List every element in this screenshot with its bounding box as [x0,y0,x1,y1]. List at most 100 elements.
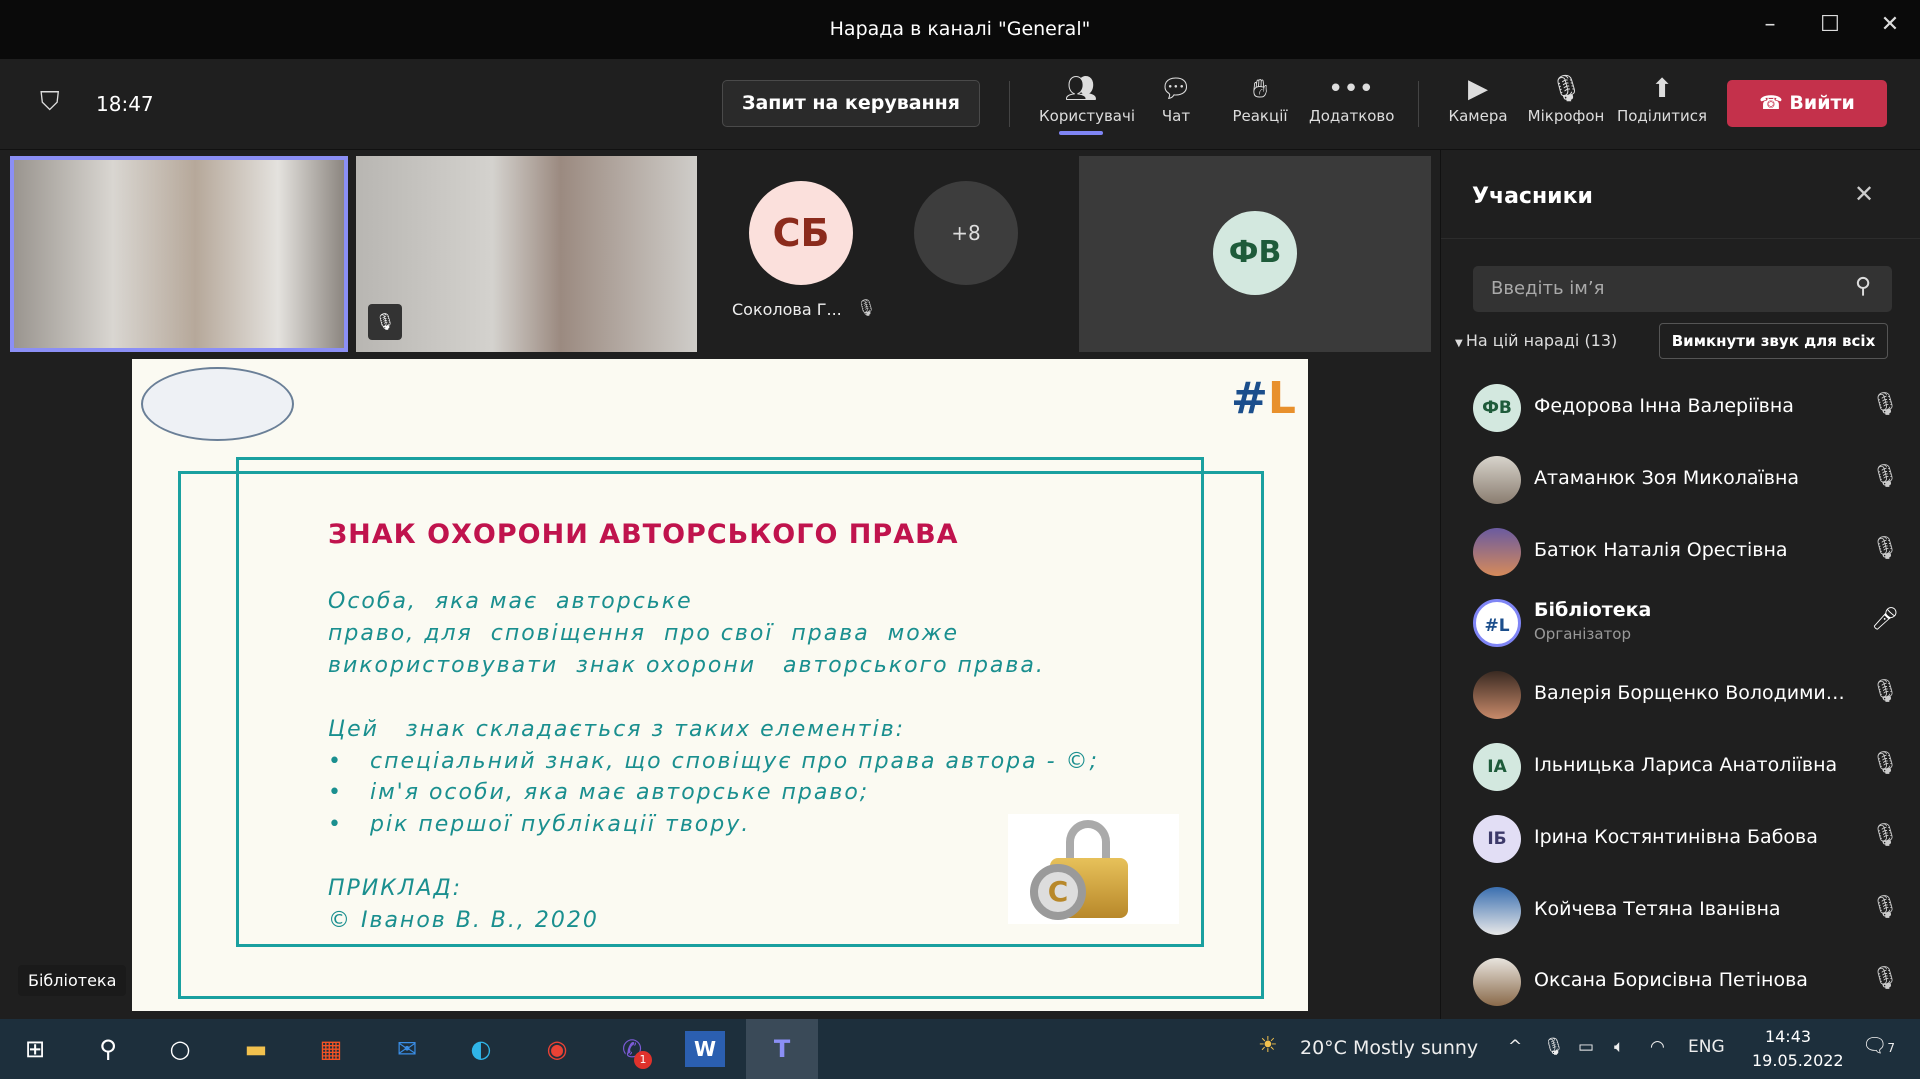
participant-name: Атаманюк Зоя Миколаївна [1534,466,1800,489]
slide-title: ЗНАК ОХОРОНИ АВТОРСЬКОГО ПРАВА [328,519,959,550]
mic-off-icon[interactable]: 🎙︎ [1871,895,1899,920]
word-icon[interactable]: W [685,1031,725,1067]
clock[interactable]: 14:43 19.05.2022 [1752,1025,1844,1073]
file-explorer-icon[interactable]: ▬ [236,1031,276,1067]
participant-name: Федорова Інна Валеріївна [1534,395,1794,417]
participant-row[interactable]: #L Бібліотека Організатор 🎤︎ [1471,593,1901,653]
participant-row[interactable]: Валерія Борщенко Володимирі... 🎙︎ [1471,665,1901,725]
notification-count: 7 [1887,1041,1896,1055]
bullet-text: рік першої публікації твору. [369,812,751,837]
chat-icon: 💬︎ [1159,74,1193,104]
avatar-sb[interactable]: СБ [749,181,853,285]
camera-off-icon: ▶︎ [1468,74,1488,104]
overflow-participants-button[interactable]: +8 [914,181,1018,285]
weather-icon[interactable]: ☀ [1258,1033,1278,1058]
slide-text: право, для сповіщення про свої права мож… [328,621,960,646]
slide-text: Цей знак складається з таких елементів: [328,717,906,742]
participant-row[interactable]: Оксана Борисівна Петінова 🎙︎ [1471,952,1901,1012]
mic-tray-icon[interactable]: 🎙︎ [1543,1037,1565,1057]
shield-icon[interactable]: ⛉ [40,87,60,118]
notifications-icon[interactable]: 🗨︎7 [1862,1033,1895,1057]
search-placeholder: Введіть ім’я [1491,278,1605,299]
slide-text: ПРИКЛАД: [328,876,463,901]
bullet-text: ім'я особи, яка має авторське право; [369,780,870,805]
share-button[interactable]: ⬆︎ Поділитися [1616,69,1708,141]
mic-off-icon[interactable]: 🎙︎ [1871,751,1899,776]
edge-icon[interactable]: ◐ [461,1031,501,1067]
taskbar: ⊞ ⚲ ○ ▬ ▦ ✉ ◐ ◉ ✆ 1 W T ☀ 20°C Mostly sun… [0,1019,1920,1079]
people-icon: 👥︎ [1064,74,1098,104]
panel-title: Учасники [1472,184,1593,209]
slide-bullet: • ім'я особи, яка має авторське право; [328,780,870,805]
video-tile-fv[interactable]: ФВ [1079,156,1431,352]
chrome-icon[interactable]: ◉ [537,1031,577,1067]
divider [1441,238,1920,239]
chat-label: Чат [1161,107,1191,125]
maximize-button[interactable]: ☐ [1810,12,1850,37]
teams-taskbar-button[interactable]: T [746,1019,818,1079]
more-button[interactable]: ••• Додатково [1309,69,1395,141]
search-input[interactable]: Введіть ім’я ⚲ [1473,266,1892,312]
camera-button[interactable]: ▶︎ Камера [1436,69,1520,141]
participant-row[interactable]: ІА Ільницька Лариса Анатоліївна 🎙︎ [1471,737,1901,797]
request-control-button[interactable]: Запит на керування [722,80,980,127]
mic-off-icon[interactable]: 🎙︎ [1871,823,1899,848]
participant-avatar: ІБ [1473,814,1521,863]
mute-all-button[interactable]: Вимкнути звук для всіх [1659,323,1888,359]
start-windows-icon[interactable]: ⊞ [15,1031,55,1067]
mic-off-icon[interactable]: 🎙︎ [1871,392,1899,417]
weather-text[interactable]: 20°C Mostly sunny [1300,1037,1478,1059]
library-logo: #L [1231,373,1296,424]
mic-off-icon[interactable]: 🎙︎ [1871,464,1899,489]
volume-icon[interactable]: 🔈︎ [1614,1037,1624,1057]
wifi-icon[interactable]: ◠ [1650,1037,1665,1057]
viber-icon[interactable]: ✆ 1 [612,1031,652,1069]
close-panel-button[interactable]: ✕ [1854,180,1874,208]
participant-row[interactable]: ФВ Федорова Інна Валеріївна 🎙︎ [1471,378,1901,438]
mic-icon[interactable]: 🎤︎ [1871,607,1899,632]
share-icon: ⬆︎ [1651,74,1673,104]
search-icon[interactable]: ⚲ [88,1031,128,1067]
participant-role: Організатор [1534,625,1631,644]
video-tile-participant[interactable]: 🎙︎ [356,156,697,352]
mic-off-icon: 🎙︎ [1549,74,1583,104]
battery-icon[interactable]: ▭ [1578,1037,1594,1057]
university-logo [141,367,294,441]
mail-icon[interactable]: ✉ [387,1031,427,1067]
reactions-button[interactable]: ✋︎ Реакції [1218,69,1302,141]
participant-name: Бібліотека [1534,599,1652,622]
presenter-label: Бібліотека [18,965,127,996]
language-indicator[interactable]: ENG [1688,1037,1725,1057]
copyright-lock-image: C [1008,814,1179,924]
meeting-time: 18:47 [96,92,154,116]
people-button[interactable]: 👥︎ Користувачі [1039,69,1135,141]
participant-row[interactable]: Батюк Наталія Орестівна 🎙︎ [1471,522,1901,582]
active-indicator [1059,131,1103,135]
slide-text: © Іванов В. В., 2020 [328,908,599,933]
teams-icon: T [773,1035,791,1063]
video-tile-self[interactable] [10,156,348,352]
close-window-button[interactable]: ✕ [1870,12,1910,37]
mic-off-icon[interactable]: 🎙︎ [1871,966,1899,991]
participant-avatar [1473,455,1521,504]
mic-off-icon[interactable]: 🎙︎ [1871,679,1899,704]
mic-off-icon[interactable]: 🎙︎ [1871,536,1899,561]
chat-button[interactable]: 💬︎ Чат [1134,69,1218,141]
avatar-fv: ФВ [1213,211,1297,295]
minimize-button[interactable]: – [1750,12,1790,37]
more-label: Додатково [1309,107,1395,125]
participant-name: Оксана Борисівна Петінова [1534,969,1808,992]
participant-row[interactable]: ІБ Ірина Костянтинівна Бабова 🎙︎ [1471,809,1901,869]
participant-row[interactable]: Атаманюк Зоя Миколаївна 🎙︎ [1471,450,1901,510]
section-toggle[interactable]: ▼ На цій нараді (13) [1455,331,1617,350]
reactions-label: Реакції [1232,107,1288,125]
show-hidden-icons[interactable]: ^ [1508,1037,1522,1057]
leave-label: Вийти [1789,92,1855,114]
participant-avatar [1473,671,1521,720]
cortana-icon[interactable]: ○ [160,1031,200,1067]
bullet-text: спеціальний знак, що сповіщує про права … [369,749,1099,774]
store-icon[interactable]: ▦ [311,1031,351,1067]
mic-button[interactable]: 🎙︎ Мікрофон [1524,69,1608,141]
participant-row[interactable]: Койчева Тетяна Іванівна 🎙︎ [1471,881,1901,941]
leave-button[interactable]: ☎︎ Вийти [1727,80,1887,127]
